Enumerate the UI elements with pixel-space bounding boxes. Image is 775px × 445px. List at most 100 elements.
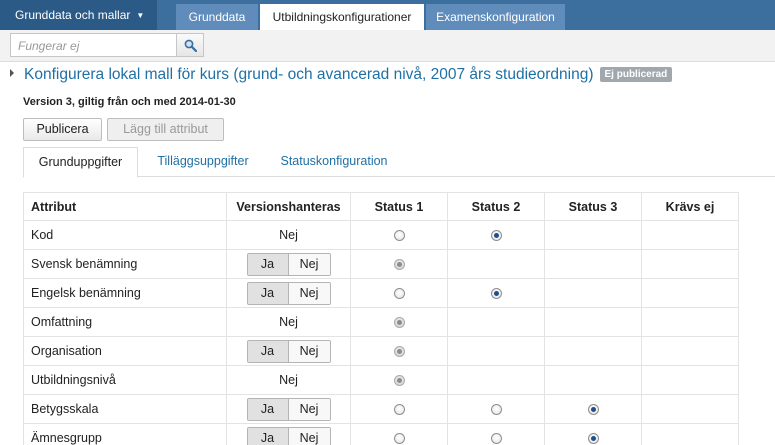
status-cell-1 — [350, 336, 448, 366]
status-cell-3 — [544, 365, 642, 395]
search-bar: Fungerar ej — [0, 30, 775, 62]
versioned-cell: Ja Nej — [226, 336, 351, 366]
search-button[interactable] — [176, 33, 204, 57]
status-cell-3 — [544, 220, 642, 250]
versioned-value: Nej — [279, 228, 298, 242]
toggle-yes-button[interactable]: Ja — [247, 398, 289, 420]
status-cell-1 — [350, 365, 448, 395]
main-menu-label: Grunddata och mallar — [15, 8, 131, 22]
tab-statuskonfiguration[interactable]: Statuskonfiguration — [271, 147, 397, 177]
table-row: Ämnesgrupp Ja Nej — [23, 423, 739, 445]
versioned-cell: Ja Nej — [226, 249, 351, 279]
tab-tillaggsuppgifter[interactable]: Tilläggsuppgifter — [145, 147, 261, 177]
toggle-yes-button[interactable]: Ja — [247, 282, 289, 304]
status-radio-button[interactable] — [393, 288, 405, 300]
table-row: Utbildningsnivå Nej — [23, 365, 739, 395]
toggle-yes-button[interactable]: Ja — [247, 253, 289, 275]
status-cell-4 — [641, 394, 739, 424]
status-radio-button[interactable] — [393, 404, 405, 416]
column-header-attribut: Attribut — [23, 192, 227, 221]
status-radio-button[interactable] — [490, 433, 502, 445]
page-title: Konfigurera lokal mall för kurs (grund- … — [24, 66, 594, 83]
status-cell-4 — [641, 220, 739, 250]
top-navigation-bar: Grunddata och mallar ▼ Grunddata Utbildni… — [0, 0, 775, 30]
versioned-cell: Nej — [226, 220, 351, 250]
status-cell-2 — [447, 365, 545, 395]
table-row: Organisation Ja Nej — [23, 336, 739, 366]
add-attribute-button[interactable]: Lägg till attribut — [107, 118, 224, 141]
versioned-toggle: Ja Nej — [246, 281, 331, 305]
status-radio-button[interactable] — [587, 404, 599, 416]
attribute-name: Omfattning — [23, 307, 227, 337]
status-radio-button[interactable] — [393, 433, 405, 445]
toggle-no-button[interactable]: Nej — [288, 253, 330, 275]
status-cell-4 — [641, 365, 739, 395]
table-row: Engelsk benämning Ja Nej — [23, 278, 739, 308]
status-radio-button — [393, 317, 405, 329]
table-row: Svensk benämning Ja Nej — [23, 249, 739, 279]
status-cell-2 — [447, 423, 545, 445]
status-cell-2 — [447, 249, 545, 279]
toggle-no-button[interactable]: Nej — [288, 427, 330, 445]
column-header-kravs-ej: Krävs ej — [641, 192, 739, 221]
attribute-name: Betygsskala — [23, 394, 227, 424]
status-cell-4 — [641, 336, 739, 366]
status-radio-button[interactable] — [490, 230, 502, 242]
table-row: Betygsskala Ja Nej — [23, 394, 739, 424]
column-header-status-2: Status 2 — [447, 192, 545, 221]
status-cell-3 — [544, 307, 642, 337]
status-cell-1 — [350, 220, 448, 250]
sub-tabs: Grunduppgifter Tilläggsuppgifter Statusk… — [23, 147, 775, 178]
search-icon — [184, 39, 197, 52]
versioned-toggle: Ja Nej — [246, 397, 331, 421]
expand-arrow-icon[interactable] — [10, 69, 14, 77]
toggle-no-button[interactable]: Nej — [288, 340, 330, 362]
status-cell-2 — [447, 220, 545, 250]
table-header-row: Attribut Versionshanteras Status 1 Statu… — [23, 192, 739, 221]
attribute-name: Engelsk benämning — [23, 278, 227, 308]
attribute-name: Svensk benämning — [23, 249, 227, 279]
status-cell-2 — [447, 278, 545, 308]
toggle-yes-button[interactable]: Ja — [247, 427, 289, 445]
toggle-yes-button[interactable]: Ja — [247, 340, 289, 362]
table-row: Omfattning Nej — [23, 307, 739, 337]
attribute-name: Organisation — [23, 336, 227, 366]
toggle-no-button[interactable]: Nej — [288, 282, 330, 304]
status-cell-3 — [544, 423, 642, 445]
versioned-cell: Nej — [226, 307, 351, 337]
caret-down-icon: ▼ — [136, 11, 145, 20]
versioned-toggle: Ja Nej — [246, 252, 331, 276]
status-cell-2 — [447, 307, 545, 337]
attribute-table: Attribut Versionshanteras Status 1 Statu… — [23, 192, 739, 445]
status-cell-1 — [350, 394, 448, 424]
attribute-name: Kod — [23, 220, 227, 250]
toggle-no-button[interactable]: Nej — [288, 398, 330, 420]
status-cell-2 — [447, 394, 545, 424]
status-radio-button — [393, 375, 405, 387]
nav-tab-utbildningskonfigurationer[interactable]: Utbildningskonfigurationer — [260, 4, 424, 30]
versioned-cell: Ja Nej — [226, 394, 351, 424]
status-radio-button[interactable] — [587, 433, 599, 445]
version-info: Version 3, giltig från och med 2014-01-3… — [23, 96, 236, 108]
search-input[interactable]: Fungerar ej — [10, 33, 176, 57]
tab-grunduppgifter[interactable]: Grunduppgifter — [23, 147, 138, 178]
status-cell-4 — [641, 249, 739, 279]
status-cell-4 — [641, 278, 739, 308]
versioned-cell: Ja Nej — [226, 423, 351, 445]
attribute-name: Utbildningsnivå — [23, 365, 227, 395]
status-radio-button[interactable] — [490, 404, 502, 416]
main-menu-dropdown[interactable]: Grunddata och mallar ▼ — [0, 0, 157, 30]
publish-button[interactable]: Publicera — [23, 118, 102, 141]
nav-tab-grunddata[interactable]: Grunddata — [176, 4, 258, 30]
status-radio-button[interactable] — [490, 288, 502, 300]
column-header-versionshanteras: Versionshanteras — [226, 192, 351, 221]
table-row: Kod Nej — [23, 220, 739, 250]
nav-tab-examenskonfiguration[interactable]: Examenskonfiguration — [426, 4, 565, 30]
status-cell-1 — [350, 278, 448, 308]
status-radio-button[interactable] — [393, 230, 405, 242]
versioned-toggle: Ja Nej — [246, 426, 331, 445]
status-cell-4 — [641, 307, 739, 337]
attribute-name: Ämnesgrupp — [23, 423, 227, 445]
versioned-cell: Ja Nej — [226, 278, 351, 308]
status-cell-3 — [544, 249, 642, 279]
